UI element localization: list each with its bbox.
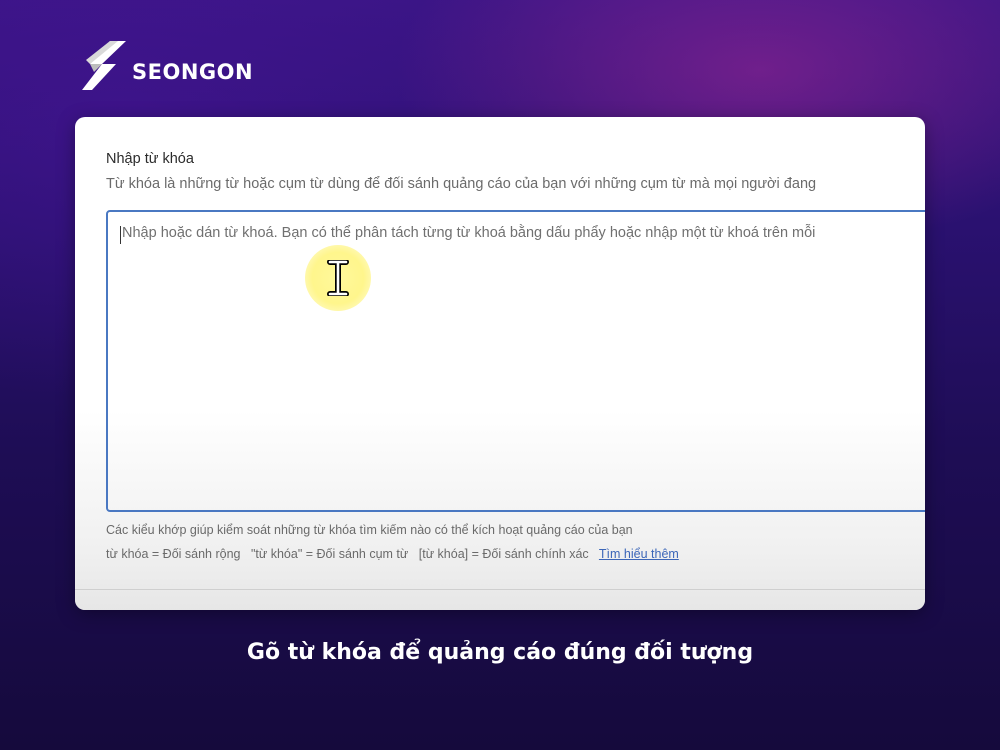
learn-more-link[interactable]: Tìm hiểu thêm: [599, 547, 679, 561]
caption: Gõ từ khóa để quảng cáo đúng đối tượng: [246, 640, 754, 665]
match-type-info: Các kiểu khớp giúp kiểm soát những từ kh…: [106, 523, 633, 537]
section-title: Nhập từ khóa: [106, 151, 194, 167]
s-logo-icon: [82, 41, 126, 90]
text-caret: [120, 226, 121, 244]
card-divider: [75, 589, 925, 590]
keyword-card: Nhập từ khóa Từ khóa là những từ hoặc cụ…: [75, 117, 925, 610]
section-description: Từ khóa là những từ hoặc cụm từ dùng để …: [106, 176, 817, 192]
exact-match-text: [từ khóa] = Đối sánh chính xác: [418, 547, 589, 561]
match-type-legend: từ khóa = Đối sánh rộng "từ khóa" = Đối …: [106, 547, 679, 561]
keyword-input-placeholder: Nhập hoặc dán từ khoá. Bạn có thể phân t…: [122, 225, 816, 241]
broad-match-text: từ khóa = Đối sánh rộng: [106, 547, 241, 561]
text-cursor-icon: [327, 260, 349, 296]
keyword-input[interactable]: Nhập hoặc dán từ khoá. Bạn có thể phân t…: [106, 210, 925, 512]
brand-name: SEONGON: [132, 60, 254, 84]
brand-logo: SEONGON: [80, 38, 253, 94]
phrase-match-text: "từ khóa" = Đối sánh cụm từ: [250, 547, 409, 561]
